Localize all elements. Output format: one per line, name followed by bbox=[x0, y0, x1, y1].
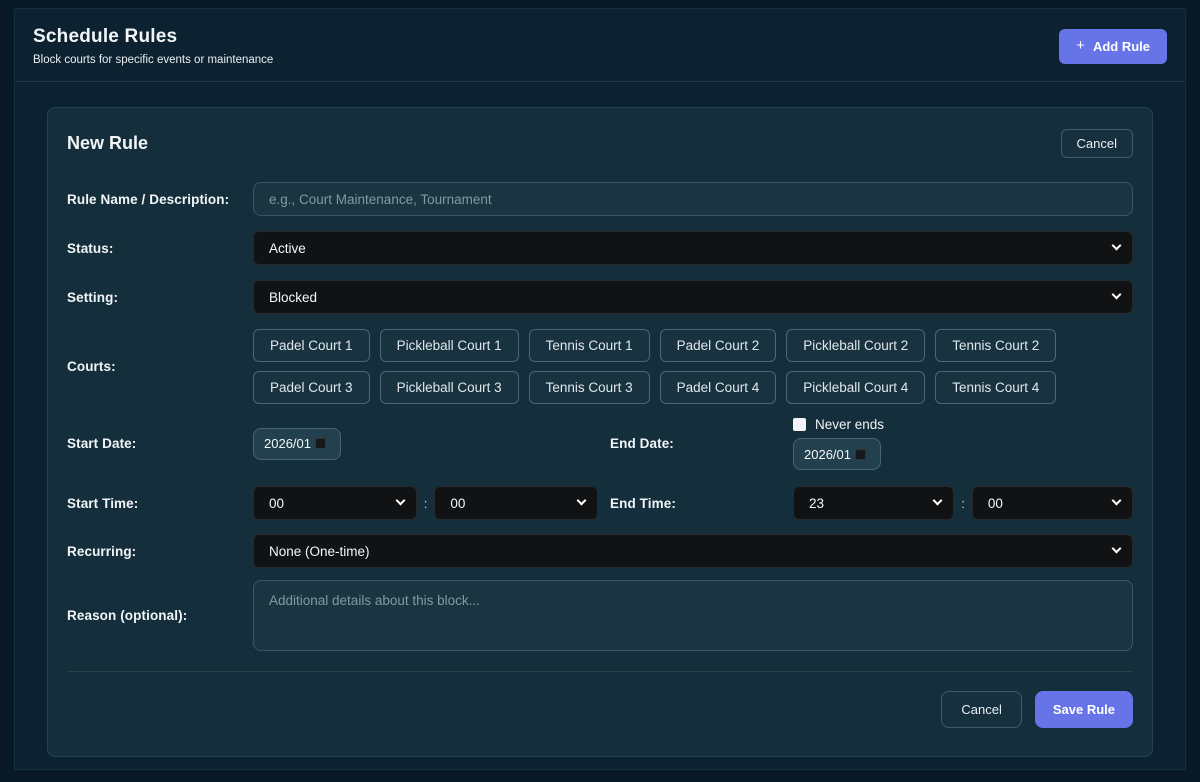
courts-row: Courts: Padel Court 1 Pickleball Court 1… bbox=[67, 329, 1133, 404]
court-toggle-button[interactable]: Padel Court 2 bbox=[660, 329, 777, 362]
new-rule-title: New Rule bbox=[67, 133, 148, 154]
page-title: Schedule Rules bbox=[33, 26, 273, 48]
recurring-select[interactable]: None (One-time) bbox=[253, 534, 1133, 568]
court-toggle-button[interactable]: Tennis Court 2 bbox=[935, 329, 1056, 362]
court-toggle-button[interactable]: Pickleball Court 1 bbox=[380, 329, 519, 362]
court-toggle-button[interactable]: Tennis Court 3 bbox=[529, 371, 650, 404]
setting-label: Setting: bbox=[67, 290, 253, 305]
time-separator: : bbox=[961, 496, 965, 511]
plus-icon: + bbox=[1076, 41, 1085, 51]
court-toggle-button[interactable]: Tennis Court 4 bbox=[935, 371, 1056, 404]
add-rule-button[interactable]: + Add Rule bbox=[1059, 29, 1167, 64]
start-date-input[interactable]: 2026/01 bbox=[253, 428, 341, 460]
cancel-button-top[interactable]: Cancel bbox=[1061, 129, 1133, 158]
panel-header: Schedule Rules Block courts for specific… bbox=[15, 9, 1185, 82]
end-time-minute-select[interactable]: 00 bbox=[972, 486, 1133, 520]
rule-name-label: Rule Name / Description: bbox=[67, 192, 253, 207]
status-select[interactable]: Active bbox=[253, 231, 1133, 265]
setting-row: Setting: Blocked bbox=[67, 280, 1133, 314]
courts-button-group: Padel Court 1 Pickleball Court 1 Tennis … bbox=[253, 329, 1133, 404]
court-toggle-button[interactable]: Padel Court 3 bbox=[253, 371, 370, 404]
recurring-row: Recurring: None (One-time) bbox=[67, 534, 1133, 568]
court-toggle-button[interactable]: Padel Court 4 bbox=[660, 371, 777, 404]
rule-name-row: Rule Name / Description: bbox=[67, 182, 1133, 216]
schedule-rules-panel: Schedule Rules Block courts for specific… bbox=[14, 8, 1186, 770]
reason-label: Reason (optional): bbox=[67, 608, 253, 623]
status-row: Status: Active bbox=[67, 231, 1133, 265]
end-date-input[interactable]: 2026/01 bbox=[793, 438, 881, 470]
calendar-icon[interactable] bbox=[315, 438, 326, 449]
never-ends-option[interactable]: Never ends bbox=[793, 417, 884, 432]
reason-textarea[interactable] bbox=[253, 580, 1133, 651]
calendar-icon[interactable] bbox=[855, 449, 866, 460]
never-ends-label: Never ends bbox=[815, 417, 884, 432]
status-label: Status: bbox=[67, 241, 253, 256]
start-date-label: Start Date: bbox=[67, 436, 253, 451]
setting-select[interactable]: Blocked bbox=[253, 280, 1133, 314]
court-toggle-button[interactable]: Pickleball Court 2 bbox=[786, 329, 925, 362]
courts-label: Courts: bbox=[67, 359, 253, 374]
time-separator: : bbox=[424, 496, 428, 511]
save-rule-button[interactable]: Save Rule bbox=[1035, 691, 1133, 728]
start-time-minute-select[interactable]: 00 bbox=[434, 486, 598, 520]
new-rule-card: New Rule Cancel Rule Name / Description:… bbox=[47, 107, 1153, 757]
end-time-label: End Time: bbox=[610, 496, 793, 511]
recurring-label: Recurring: bbox=[67, 544, 253, 559]
reason-row: Reason (optional): bbox=[67, 580, 1133, 651]
end-time-hour-select[interactable]: 23 bbox=[793, 486, 954, 520]
card-header: New Rule Cancel bbox=[67, 129, 1133, 158]
page-subtitle: Block courts for specific events or main… bbox=[33, 54, 273, 66]
end-date-label: End Date: bbox=[610, 436, 793, 451]
start-time-hour-select[interactable]: 00 bbox=[253, 486, 417, 520]
rule-name-input[interactable] bbox=[253, 182, 1133, 216]
date-row: Start Date: 2026/01 End Date: Never ends bbox=[67, 417, 1133, 470]
start-time-label: Start Time: bbox=[67, 496, 253, 511]
never-ends-checkbox[interactable] bbox=[793, 418, 806, 431]
court-toggle-button[interactable]: Pickleball Court 4 bbox=[786, 371, 925, 404]
court-toggle-button[interactable]: Tennis Court 1 bbox=[529, 329, 650, 362]
time-row: Start Time: 00 : 00 bbox=[67, 486, 1133, 520]
add-rule-label: Add Rule bbox=[1093, 39, 1150, 54]
court-toggle-button[interactable]: Pickleball Court 3 bbox=[380, 371, 519, 404]
form-footer: Cancel Save Rule bbox=[67, 672, 1133, 728]
cancel-button-footer[interactable]: Cancel bbox=[941, 691, 1021, 728]
court-toggle-button[interactable]: Padel Court 1 bbox=[253, 329, 370, 362]
